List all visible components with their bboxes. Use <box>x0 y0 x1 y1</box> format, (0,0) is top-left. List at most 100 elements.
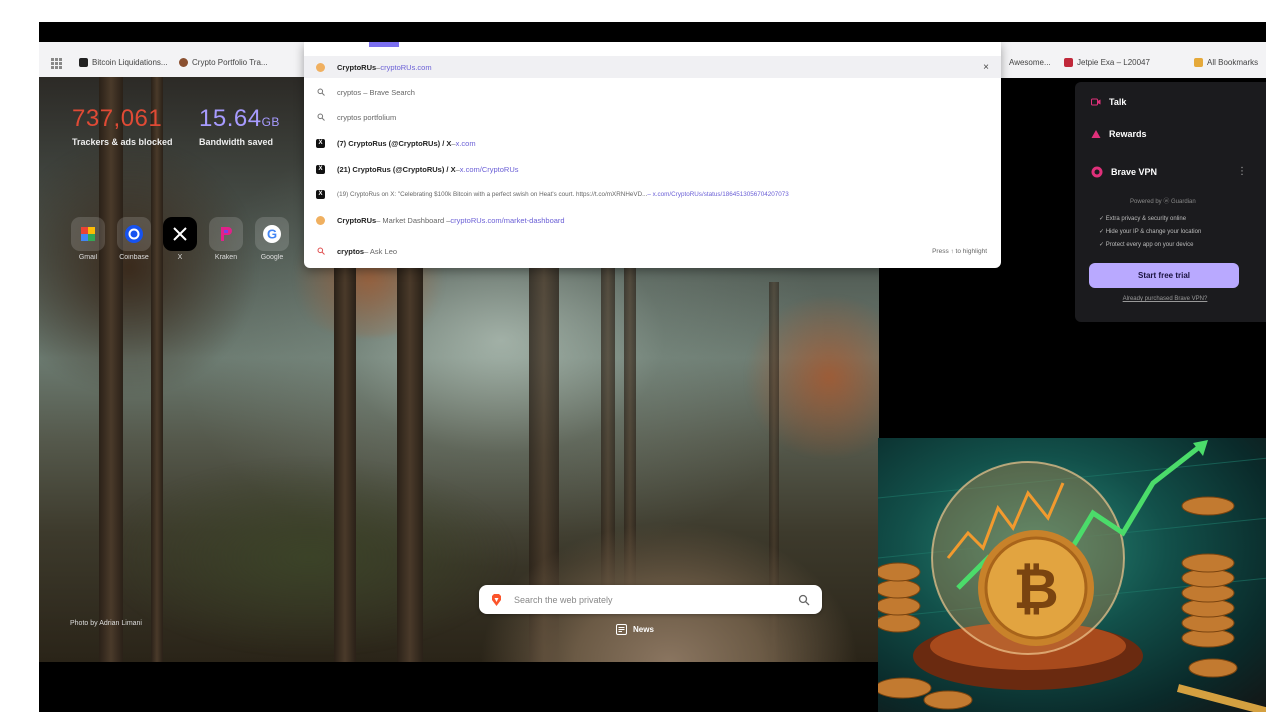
suggestion-text: – Ask Leo <box>364 246 398 256</box>
omnibox-suggestion[interactable]: X (7) CryptoRus (@CryptoRUs) / X – x.com <box>304 132 1001 154</box>
folder-icon <box>1194 58 1203 67</box>
shortcut-kraken[interactable]: Kraken <box>207 217 245 261</box>
google-icon: G <box>255 217 289 251</box>
bookmark-item[interactable]: Bitcoin Liquidations... <box>79 58 168 67</box>
more-options-icon[interactable]: ⋮ <box>1237 166 1247 177</box>
omnibox-suggestion[interactable]: cryptos – Brave Search <box>304 81 1001 103</box>
omnibox-suggestion[interactable]: X (21) CryptoRus (@CryptoRUs) / X – x.co… <box>304 158 1001 180</box>
bookmark-label: Jetpie Exa – L20047 <box>1077 58 1150 67</box>
rewards-triangle-icon <box>1091 130 1101 138</box>
suggestion-text: cryptos portfolium <box>337 112 397 122</box>
menu-item-vpn[interactable]: Brave VPN <box>1091 166 1157 178</box>
ntp-search-box[interactable]: Search the web privately <box>479 585 822 614</box>
omnibox-suggestion[interactable]: cryptos portfolium <box>304 106 1001 128</box>
suggestion-text: (19) CryptoRus on X: "Celebrating $100k … <box>337 190 648 198</box>
newspaper-icon <box>616 624 627 635</box>
start-free-trial-button[interactable]: Start free trial <box>1089 263 1239 288</box>
brave-lion-icon <box>492 593 501 606</box>
suggestion-title: cryptos <box>337 246 365 256</box>
already-purchased-link[interactable]: Already purchased Brave VPN? <box>1095 296 1235 302</box>
omnibox-dropdown: CryptoRUs – cryptoRUs.com × cryptos – Br… <box>304 42 1001 268</box>
bookmark-favicon-icon <box>179 58 188 67</box>
background-foliage <box>39 137 259 397</box>
suggestion-url: – x.com/CryptoRUs/status/186451305670420… <box>647 190 789 198</box>
omnibox-suggestion[interactable]: cryptos – Ask Leo Press ↑ to highlight <box>304 240 1001 262</box>
bookmark-label: All Bookmarks <box>1207 58 1259 67</box>
brave-menu-panel: Talk Rewards Brave VPN ⋮ Powered by ⓦ Gu… <box>1075 82 1266 322</box>
search-icon[interactable] <box>798 594 810 606</box>
apps-grid-icon[interactable] <box>51 58 62 69</box>
search-placeholder: Search the web privately <box>514 594 613 605</box>
p-logo-icon <box>209 217 243 251</box>
shortcut-label: Coinbase <box>119 254 149 261</box>
bookmark-item[interactable]: Jetpie Exa – L20047 <box>1064 58 1150 67</box>
trackers-label: Trackers & ads blocked <box>72 137 173 147</box>
vpn-feature-text: Protect every app on your device <box>1105 242 1194 248</box>
suggestion-title: (7) CryptoRus (@CryptoRUs) / X <box>337 138 452 148</box>
bookmark-item[interactable]: All Bookmarks <box>1194 58 1258 67</box>
vpn-feature-text: Hide your IP & change your location <box>1105 229 1202 235</box>
vpn-shield-icon <box>1091 166 1103 178</box>
omnibox-suggestion[interactable]: X (19) CryptoRus on X: "Celebrating $100… <box>304 183 1001 205</box>
vpn-feature: ✓ Protect every app on your device <box>1099 242 1194 248</box>
vpn-feature: ✓ Extra privacy & security online <box>1099 216 1187 222</box>
background-tree <box>151 77 163 662</box>
bandwidth-value: 15.64 <box>199 105 262 132</box>
x-logo-icon <box>163 217 197 251</box>
suggestion-text: cryptos – Brave Search <box>337 87 415 97</box>
x-logo-icon: X <box>316 189 325 199</box>
menu-item-talk[interactable]: Talk <box>1091 97 1126 107</box>
search-icon <box>316 113 325 122</box>
x-logo-icon: X <box>316 164 325 174</box>
bookmark-favicon-icon <box>1064 58 1073 67</box>
coinbase-icon <box>117 217 151 251</box>
omnibox-input-strip[interactable] <box>304 42 1001 56</box>
multicolor-tile-icon <box>71 217 105 251</box>
shortcut-label: Kraken <box>214 254 238 261</box>
bookmark-label: Awesome... <box>1009 58 1051 67</box>
news-label: News <box>633 625 654 634</box>
omnibox-suggestion[interactable]: CryptoRUs – Market Dashboard – cryptoRUs… <box>304 209 1001 231</box>
site-dot-icon <box>316 62 325 72</box>
bookmark-item[interactable]: Awesome... <box>1009 58 1051 67</box>
menu-item-label: Rewards <box>1109 129 1147 139</box>
suggestion-url: cryptoRUs.com/market-dashboard <box>450 215 565 225</box>
shortcut-label: Google <box>260 254 284 261</box>
trackers-stat: 737,061 Trackers & ads blocked <box>72 105 173 147</box>
bookmark-favicon-icon <box>79 58 88 67</box>
search-icon <box>316 247 325 256</box>
bandwidth-stat: 15.64GB Bandwidth saved <box>199 105 280 147</box>
shortcut-x[interactable]: X <box>161 217 199 261</box>
suggestion-title: CryptoRUs <box>337 62 377 72</box>
suggestion-title: (21) CryptoRus (@CryptoRUs) / X <box>337 164 456 174</box>
menu-item-label: Talk <box>1109 97 1127 107</box>
svg-text:₿: ₿ <box>1013 557 1059 620</box>
powered-by-label: Powered by ⓦ Guardian <box>1130 199 1196 205</box>
menu-item-label: Brave VPN <box>1111 167 1158 177</box>
trackers-count: 737,061 <box>72 105 163 132</box>
site-dot-icon <box>316 215 325 225</box>
shortcut-gmail[interactable]: Gmail <box>69 217 107 261</box>
omnibox-suggestion[interactable]: CryptoRUs – cryptoRUs.com × <box>304 56 1001 78</box>
menu-item-rewards[interactable]: Rewards <box>1091 129 1147 139</box>
bookmark-item[interactable]: Crypto Portfolio Tra... <box>179 58 268 67</box>
suggestion-url: cryptoRUs.com <box>380 62 432 72</box>
news-button[interactable]: News <box>616 624 654 635</box>
vpn-feature-text: Extra privacy & security online <box>1105 216 1187 222</box>
screen-frame: Bitcoin Liquidations... Crypto Portfolio… <box>39 22 1266 712</box>
svg-text:G: G <box>267 227 277 242</box>
background-foliage <box>739 297 879 457</box>
bitcoin-crystal-ball-image: ₿ <box>878 438 1266 712</box>
shortcut-label: Gmail <box>78 254 98 261</box>
shortcut-google[interactable]: G Google <box>253 217 291 261</box>
vpn-feature: ✓ Hide your IP & change your location <box>1099 229 1202 235</box>
bookmark-label: Crypto Portfolio Tra... <box>192 58 268 67</box>
keyboard-hint: Press ↑ to highlight <box>932 247 987 255</box>
shortcut-coinbase[interactable]: Coinbase <box>115 217 153 261</box>
bookmark-label: Bitcoin Liquidations... <box>92 58 168 67</box>
photo-credit[interactable]: Photo by Adrian Limani <box>70 620 142 627</box>
stats-widget: 737,061 Trackers & ads blocked 15.64GB B… <box>72 105 280 147</box>
x-logo-icon: X <box>316 138 325 148</box>
close-icon[interactable]: × <box>983 62 989 73</box>
shortcut-label: X <box>177 254 183 261</box>
